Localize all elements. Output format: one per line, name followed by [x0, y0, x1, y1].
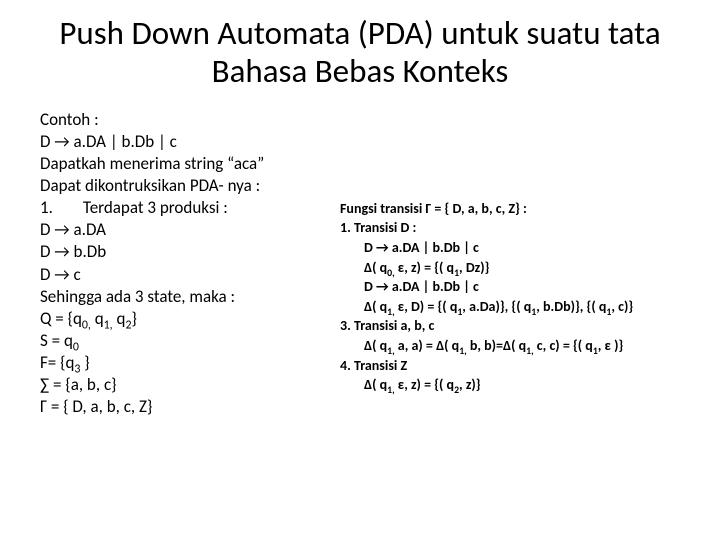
- t: , ε )}: [598, 337, 624, 354]
- t: }: [80, 352, 89, 373]
- t: b, b)=Δ( q: [467, 337, 526, 354]
- t: }: [131, 308, 136, 329]
- text-line: 3. Transisi a, b, c: [340, 316, 680, 336]
- t: ε, z) = {( q: [395, 259, 454, 276]
- text-line: Dapatkah menerima string “aca”: [40, 153, 340, 175]
- text-line: Sehingga ada 3 state, maka :: [40, 286, 340, 308]
- left-column: Contoh : D → a.DA | b.Db | c Dapatkah me…: [40, 109, 340, 418]
- text-line: D → a.DA | b.Db | c: [340, 238, 680, 258]
- text-line: ∑ = {a, b, c}: [40, 374, 340, 396]
- text-line: Δ( q1, ε, D) = {( q1, a.Da)}, {( q1, b.D…: [340, 297, 680, 317]
- text-line: Fungsi transisi Γ = { D, a, b, c, Z} :: [340, 199, 680, 219]
- text-line: F= {q3 }: [40, 352, 340, 374]
- t: Δ( q: [364, 259, 387, 276]
- sub: 1,: [104, 318, 113, 332]
- sub: 1,: [459, 345, 467, 357]
- t: Δ( q: [364, 376, 387, 393]
- t: a, a) = Δ( q: [395, 337, 460, 354]
- t: , z)}: [459, 376, 481, 393]
- slide: Push Down Automata (PDA) untuk suatu tat…: [0, 0, 720, 540]
- text-line: Dapat dikontruksikan PDA- nya :: [40, 175, 340, 197]
- text-line: Q = {q0, q1, q2}: [40, 308, 340, 330]
- t: q: [91, 308, 104, 329]
- text-line: 1.Terdapat 3 produksi :: [40, 197, 340, 219]
- content-columns: Contoh : D → a.DA | b.Db | c Dapatkah me…: [40, 109, 680, 418]
- t: Δ( q: [364, 298, 387, 315]
- text-line: D → a.DA | b.Db | c: [40, 131, 340, 153]
- t: q: [113, 308, 126, 329]
- t: , a.Da)}, {( q: [462, 298, 531, 315]
- list-num: 1.: [40, 197, 53, 218]
- text-line: 4. Transisi Z: [340, 356, 680, 376]
- t: F= {q: [40, 352, 74, 373]
- t: ε, D) = {( q: [395, 298, 458, 315]
- sub: 1,: [387, 384, 395, 396]
- list-text: Terdapat 3 produksi :: [53, 197, 228, 218]
- sub: 0,: [82, 318, 91, 332]
- t: , c)}: [611, 298, 633, 315]
- text-line: D → c: [40, 264, 340, 286]
- t: Δ( q: [364, 337, 387, 354]
- sub: 1,: [526, 345, 534, 357]
- t: ε, z) = {( q: [395, 376, 454, 393]
- slide-title: Push Down Automata (PDA) untuk suatu tat…: [40, 15, 680, 91]
- text-line: Contoh :: [40, 109, 340, 131]
- t: , b.Db)}, {( q: [536, 298, 606, 315]
- text-line: Δ( q1, a, a) = Δ( q1, b, b)=Δ( q1, c, c)…: [340, 336, 680, 356]
- text-line: D → a.DA: [40, 219, 340, 241]
- text-line: Δ( q0, ε, z) = {( q1, Dz)}: [340, 258, 680, 278]
- text-line: Γ = { D, a, b, c, Z}: [40, 396, 340, 418]
- text-line: D → b.Db: [40, 241, 340, 263]
- t: , Dz)}: [459, 259, 489, 276]
- t: c, c) = {( q: [534, 337, 593, 354]
- t: S = q: [40, 330, 73, 351]
- text-line: S = q0: [40, 330, 340, 352]
- t: Q = {q: [40, 308, 82, 329]
- right-column: Fungsi transisi Γ = { D, a, b, c, Z} : 1…: [340, 109, 680, 418]
- text-line: Δ( q1, ε, z) = {( q2, z)}: [340, 375, 680, 395]
- text-line: D → a.DA | b.Db | c: [340, 277, 680, 297]
- text-line: 1. Transisi D :: [340, 218, 680, 238]
